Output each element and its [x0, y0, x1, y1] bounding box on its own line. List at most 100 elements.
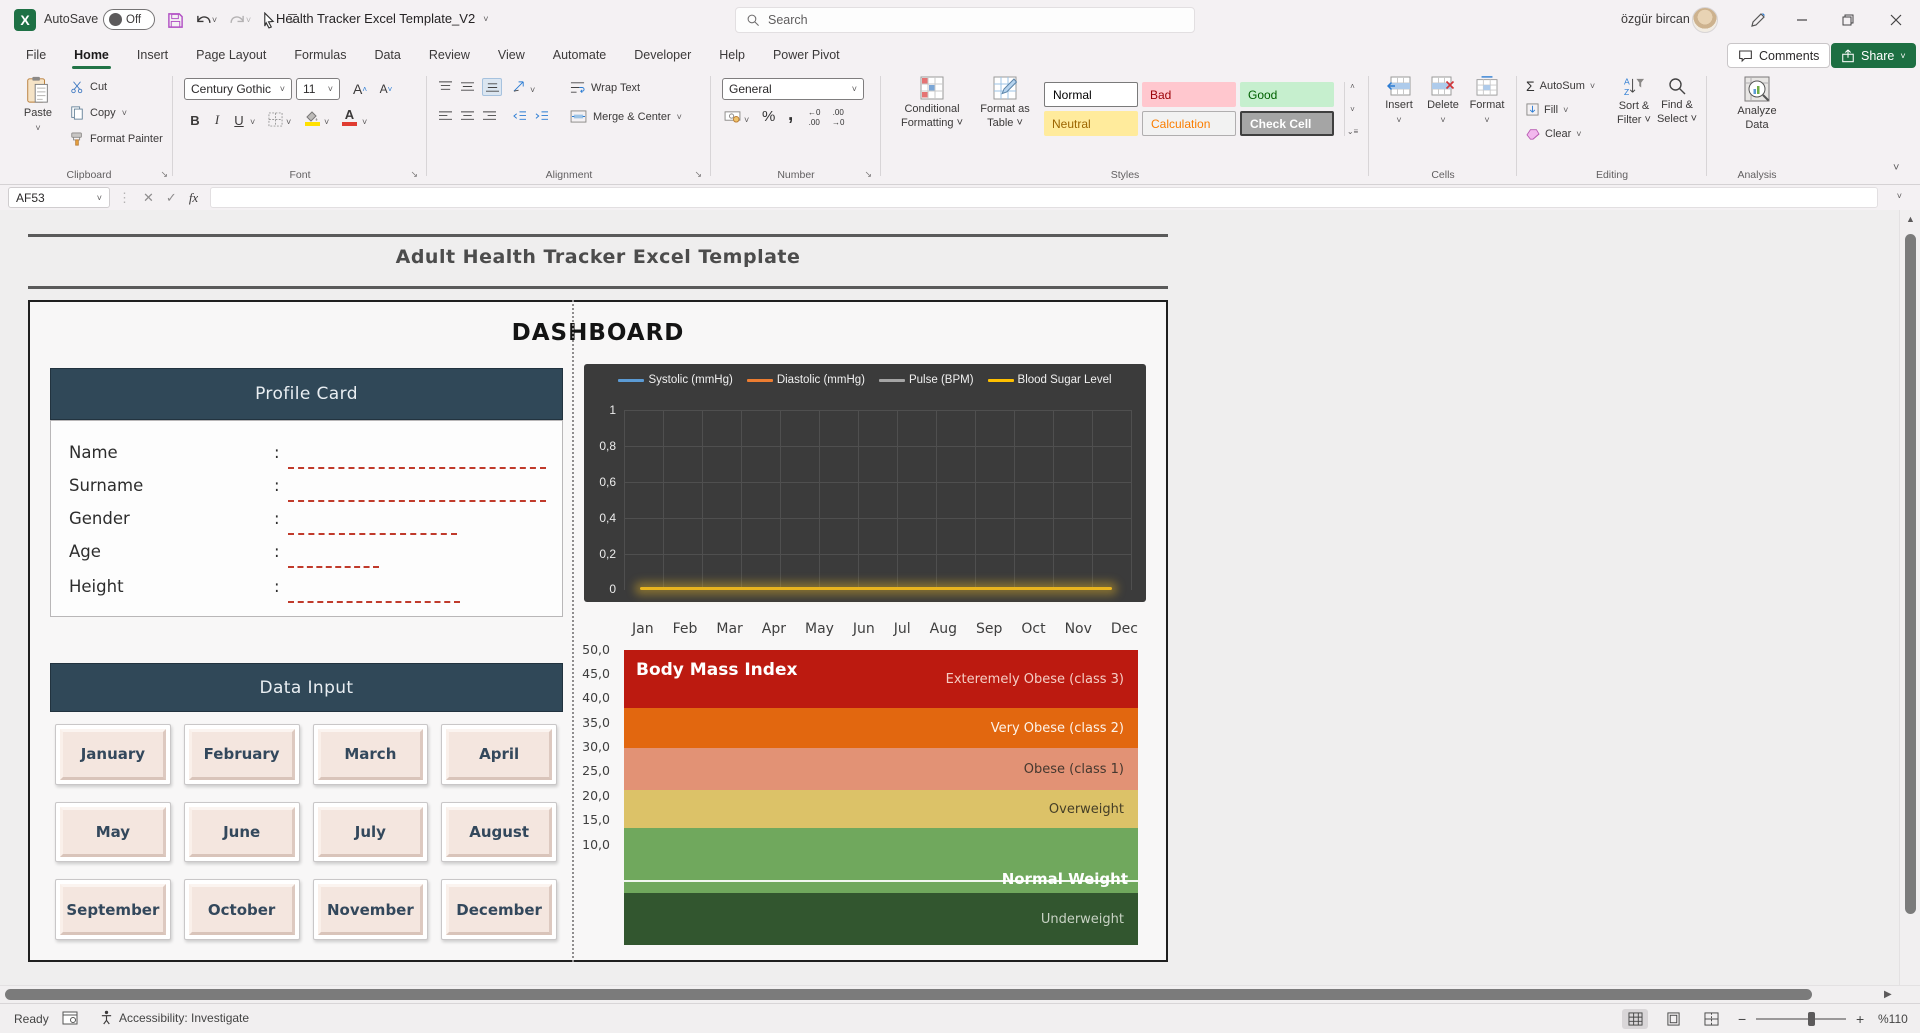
- close-button[interactable]: [1874, 0, 1918, 40]
- tab-data[interactable]: Data: [360, 40, 414, 70]
- fill-color-dropdown-icon[interactable]: ˅: [324, 117, 329, 127]
- undo-button[interactable]: ˅: [192, 10, 220, 30]
- name-value-line[interactable]: [288, 467, 546, 469]
- horizontal-scrollbar[interactable]: ▶: [0, 985, 1920, 1003]
- scroll-up-icon[interactable]: ▲: [1906, 214, 1915, 224]
- decrease-decimal-button[interactable]: .00 →0: [832, 108, 844, 127]
- chevron-down-icon[interactable]: ˅: [677, 112, 682, 122]
- button-may[interactable]: May: [55, 801, 171, 863]
- cut-button[interactable]: Cut: [70, 80, 107, 94]
- tab-insert[interactable]: Insert: [123, 40, 182, 70]
- button-march[interactable]: March: [312, 724, 429, 785]
- sort-filter-button[interactable]: AZ Sort & Filter ˅: [1614, 76, 1654, 128]
- chevron-down-icon[interactable]: ˅: [1440, 115, 1445, 126]
- find-select-button[interactable]: Find & Select ˅: [1656, 76, 1698, 127]
- borders-button[interactable]: [268, 112, 283, 127]
- analyze-data-button[interactable]: Analyze Data: [1730, 76, 1784, 133]
- wrap-text-button[interactable]: Wrap Text: [570, 80, 640, 95]
- style-calculation[interactable]: Calculation: [1142, 111, 1236, 136]
- number-dialog-launcher[interactable]: ↘: [864, 170, 872, 179]
- percent-style-button[interactable]: %: [762, 108, 775, 125]
- bmi-chart[interactable]: Exteremely Obese (class 3) Very Obese (c…: [624, 650, 1138, 945]
- vertical-scroll-thumb[interactable]: [1905, 234, 1916, 914]
- decrease-font-size-button[interactable]: A ˅: [374, 78, 398, 100]
- expand-formula-bar-icon[interactable]: ˅: [1897, 191, 1902, 201]
- excel-app-icon[interactable]: X: [14, 9, 36, 31]
- gallery-down-icon[interactable]: ˅: [1350, 105, 1355, 114]
- chevron-down-icon[interactable]: ˅: [35, 123, 40, 134]
- font-color-button[interactable]: A: [342, 108, 357, 126]
- tab-page-layout[interactable]: Page Layout: [182, 40, 280, 70]
- worksheet[interactable]: Adult Health Tracker Excel Template DASH…: [0, 210, 1899, 985]
- zoom-slider-thumb[interactable]: [1808, 1012, 1815, 1026]
- number-format-select[interactable]: General ˅: [722, 78, 864, 100]
- tab-power-pivot[interactable]: Power Pivot: [759, 40, 854, 70]
- chevron-down-icon[interactable]: ˅: [1563, 105, 1568, 115]
- style-good[interactable]: Good: [1240, 82, 1334, 107]
- alignment-dialog-launcher[interactable]: ↘: [694, 170, 702, 179]
- redo-button[interactable]: ˅: [226, 10, 254, 30]
- accounting-dropdown-icon[interactable]: ˅: [744, 115, 749, 125]
- decrease-indent-button[interactable]: [512, 110, 527, 123]
- underline-button[interactable]: U: [230, 110, 248, 130]
- accessibility-status[interactable]: Accessibility: Investigate: [100, 1010, 249, 1025]
- fill-color-button[interactable]: [304, 110, 320, 126]
- minimize-button[interactable]: [1780, 0, 1824, 40]
- italic-button[interactable]: I: [208, 110, 226, 130]
- zoom-slider-track[interactable]: [1756, 1018, 1846, 1020]
- zoom-in-button[interactable]: +: [1856, 1011, 1864, 1027]
- undo-dropdown-icon[interactable]: ˅: [212, 15, 217, 25]
- height-value-line[interactable]: [288, 601, 460, 603]
- scroll-right-icon[interactable]: ▶: [1884, 989, 1892, 1000]
- font-size-select[interactable]: 11 ˅: [296, 78, 340, 100]
- vitals-line-chart[interactable]: Systolic (mmHg) Diastolic (mmHg) Pulse (…: [584, 364, 1146, 602]
- comma-style-button[interactable]: ,: [788, 104, 793, 126]
- normal-view-button[interactable]: [1622, 1009, 1648, 1029]
- borders-dropdown-icon[interactable]: ˅: [286, 117, 291, 127]
- increase-indent-button[interactable]: [534, 110, 549, 123]
- chevron-down-icon[interactable]: ˅: [122, 108, 127, 118]
- button-august[interactable]: August: [441, 801, 557, 863]
- bold-button[interactable]: B: [186, 110, 204, 130]
- font-color-dropdown-icon[interactable]: ˅: [362, 117, 367, 127]
- name-box[interactable]: AF53 ˅: [8, 187, 110, 208]
- tab-developer[interactable]: Developer: [620, 40, 705, 70]
- merge-center-button[interactable]: Merge & Center ˅: [570, 110, 682, 123]
- delete-cells-button[interactable]: Delete ˅: [1422, 76, 1464, 126]
- button-september[interactable]: September: [55, 879, 171, 940]
- button-january[interactable]: January: [55, 724, 171, 785]
- select-pointer-button[interactable]: [258, 10, 278, 30]
- font-family-select[interactable]: Century Gothic ˅: [184, 78, 292, 100]
- cancel-entry-icon[interactable]: ✕: [143, 190, 154, 206]
- underline-dropdown-icon[interactable]: ˅: [250, 117, 255, 127]
- style-check-cell[interactable]: Check Cell: [1240, 111, 1334, 136]
- align-center-button[interactable]: [460, 110, 475, 123]
- format-as-table-button[interactable]: Format as Table ˅: [974, 76, 1036, 131]
- button-july[interactable]: July: [312, 801, 429, 863]
- search-input[interactable]: Search: [735, 7, 1195, 33]
- zoom-out-button[interactable]: −: [1738, 1011, 1746, 1027]
- align-left-button[interactable]: [438, 110, 453, 123]
- page-break-view-button[interactable]: [1698, 1009, 1724, 1029]
- autosave-toggle[interactable]: Off: [103, 9, 155, 30]
- tab-file[interactable]: File: [12, 40, 60, 70]
- button-april[interactable]: April: [441, 724, 557, 785]
- tab-automate[interactable]: Automate: [539, 40, 621, 70]
- top-align-button[interactable]: [438, 80, 453, 93]
- gallery-up-icon[interactable]: ˄: [1350, 82, 1355, 91]
- age-value-line[interactable]: [288, 566, 379, 568]
- macro-record-button[interactable]: [62, 1011, 78, 1025]
- tab-home[interactable]: Home: [60, 40, 123, 70]
- increase-font-size-button[interactable]: A ˄: [348, 78, 372, 100]
- save-button[interactable]: [164, 10, 186, 30]
- comments-button[interactable]: Comments: [1727, 43, 1831, 68]
- clear-button[interactable]: Clear ˅: [1526, 128, 1582, 140]
- button-october[interactable]: October: [183, 879, 300, 940]
- middle-align-button[interactable]: [460, 80, 475, 93]
- horizontal-scroll-thumb[interactable]: [5, 989, 1812, 1000]
- style-normal[interactable]: Normal: [1044, 82, 1138, 107]
- bottom-align-button[interactable]: [482, 78, 502, 96]
- increase-decimal-button[interactable]: ←0.00: [808, 108, 820, 127]
- chevron-down-icon[interactable]: ˅: [1590, 81, 1595, 91]
- fill-button[interactable]: Fill ˅: [1526, 103, 1568, 116]
